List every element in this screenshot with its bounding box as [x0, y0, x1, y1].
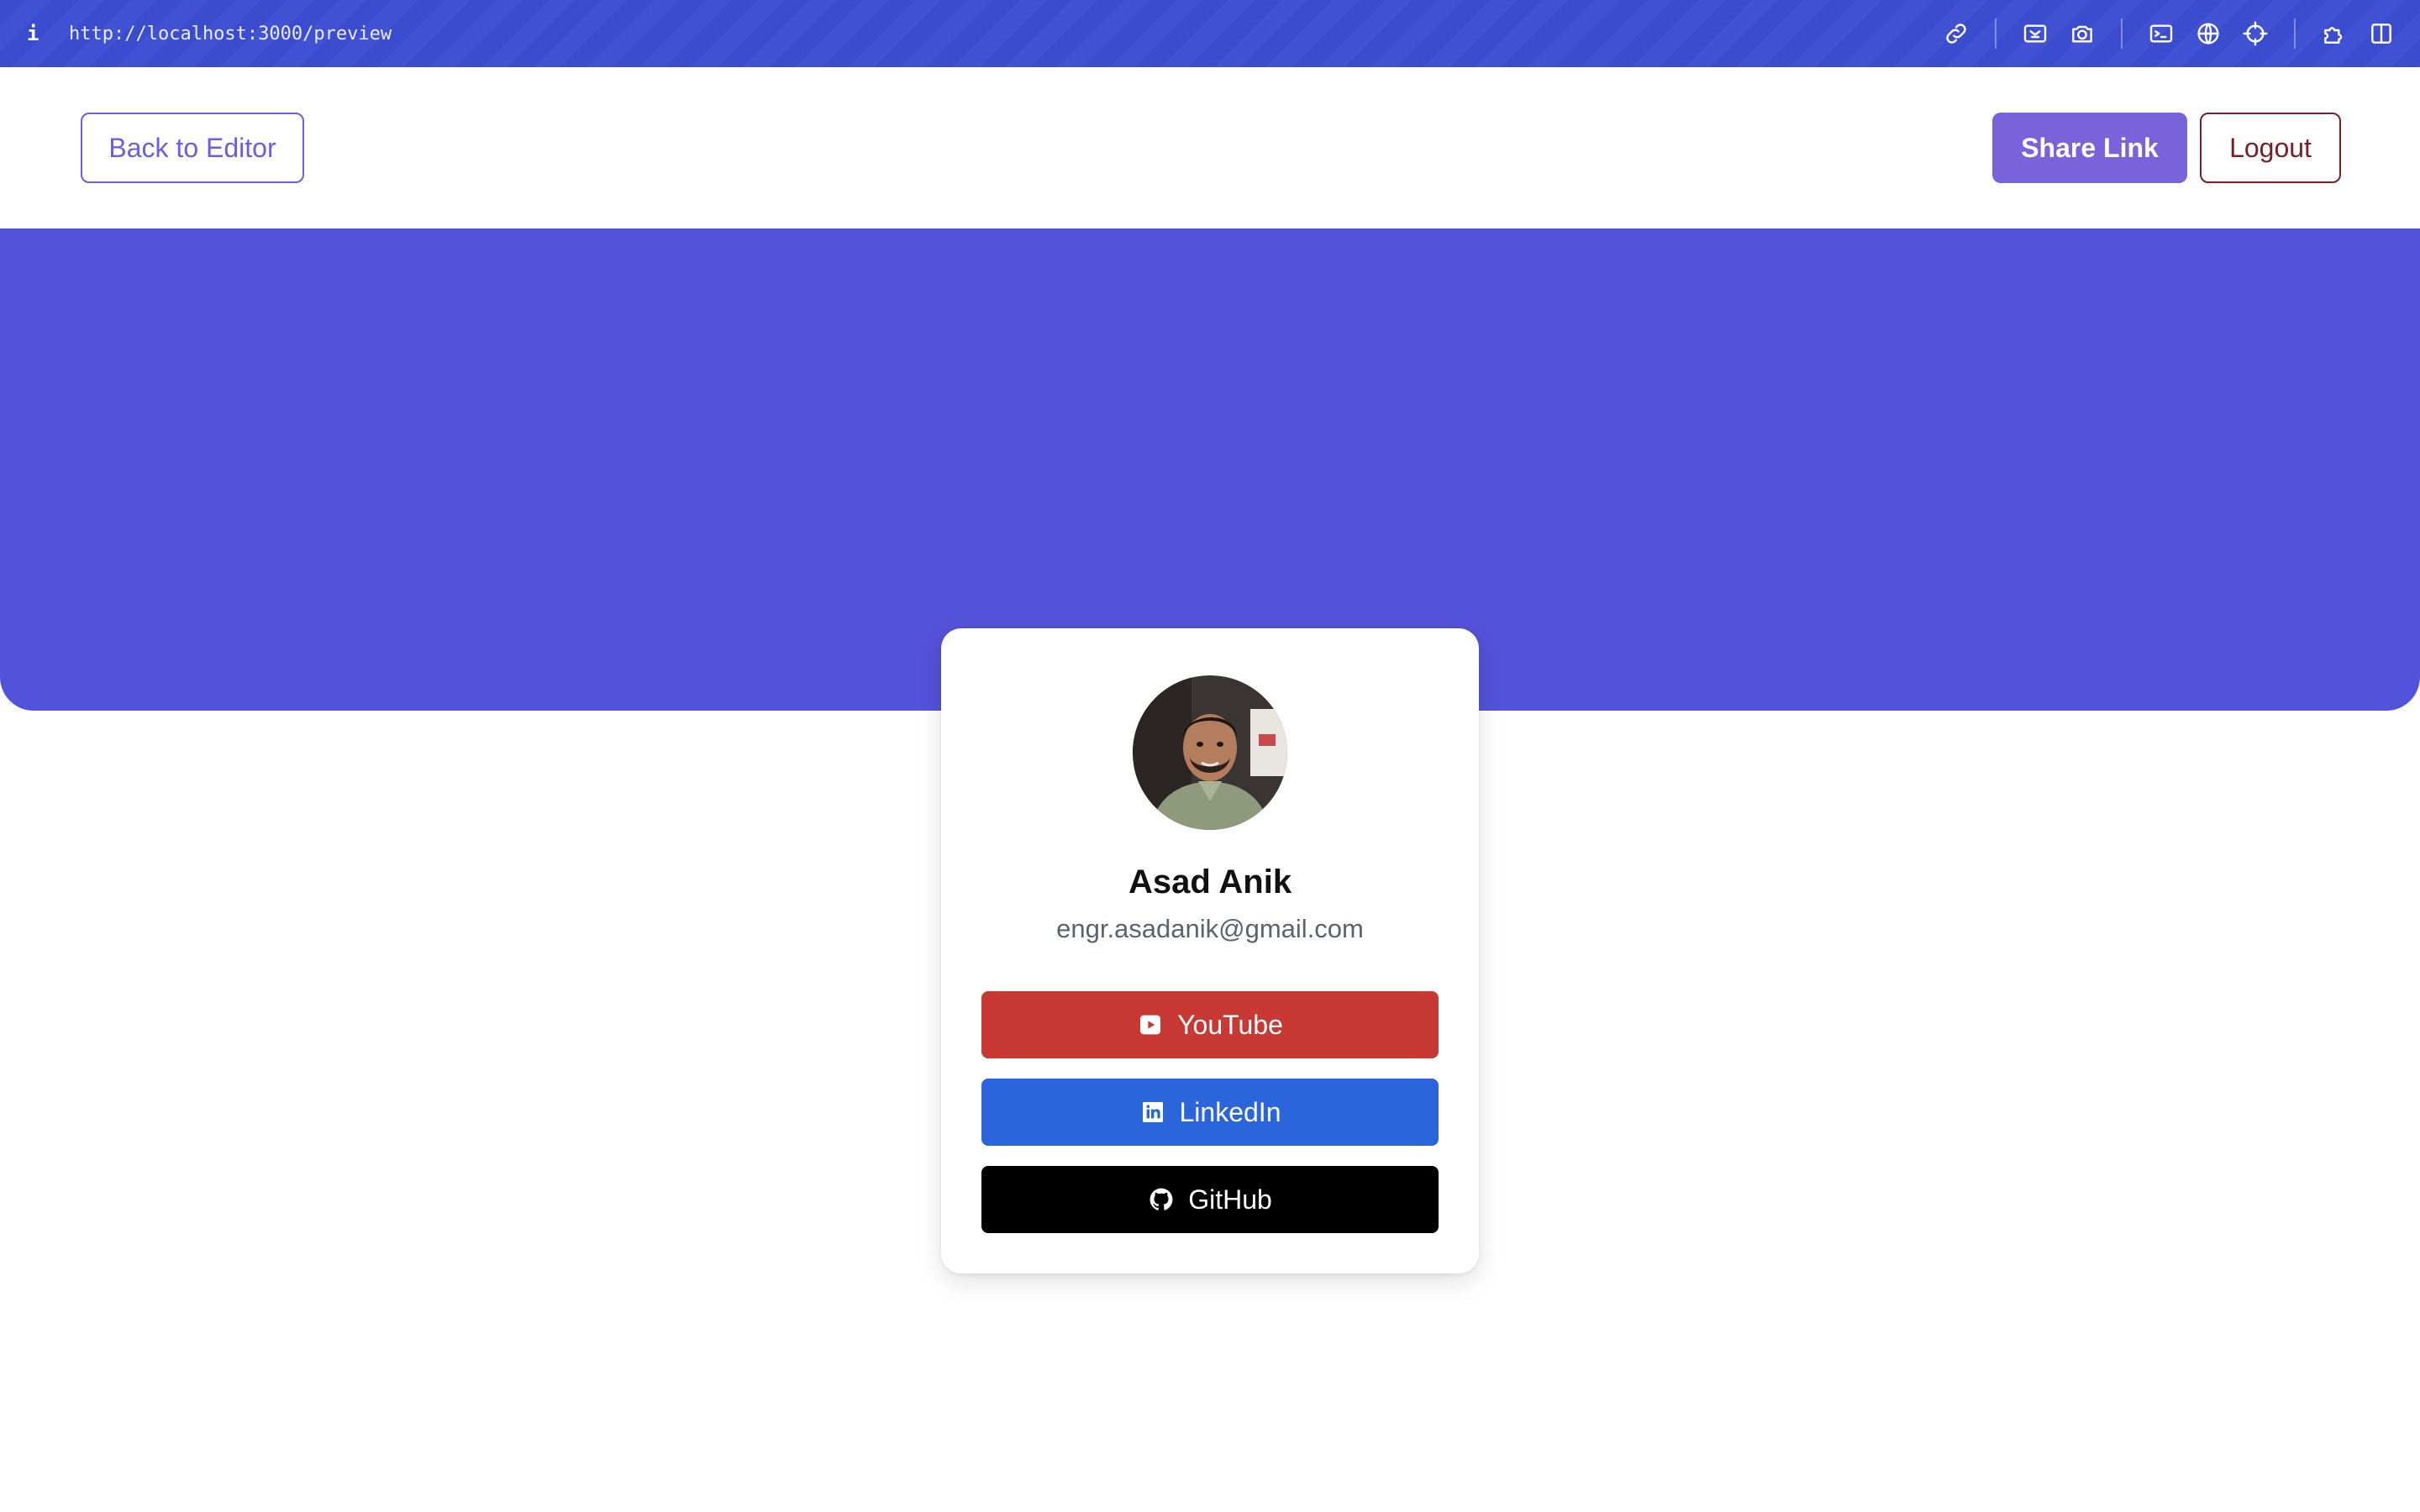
split-view-icon[interactable] [2358, 10, 2405, 57]
screenshot-area-icon[interactable] [2012, 10, 2059, 57]
app-header: Back to Editor Share Link Logout [27, 94, 2393, 202]
url-field[interactable]: http://localhost:3000/preview [69, 24, 392, 45]
linkedin-icon [1139, 1099, 1166, 1126]
profile-email: engr.asadanik@gmail.com [1056, 914, 1364, 943]
crosshair-icon[interactable] [2232, 10, 2279, 57]
globe-icon[interactable] [2185, 10, 2232, 57]
toolbar-actions [1933, 0, 2405, 67]
profile-card: Asad Anik engr.asadanik@gmail.com YouTub… [941, 628, 1479, 1273]
toolbar-divider [2121, 18, 2123, 49]
linkedin-link-button[interactable]: LinkedIn [981, 1079, 1439, 1146]
github-icon [1148, 1186, 1175, 1213]
youtube-icon [1137, 1011, 1164, 1038]
share-link-button[interactable]: Share Link [1992, 113, 2187, 183]
browser-toolbar: i http://localhost:3000/preview [0, 0, 2420, 67]
profile-name: Asad Anik [1128, 864, 1292, 900]
link-icon[interactable] [1933, 10, 1980, 57]
back-to-editor-button[interactable]: Back to Editor [81, 113, 304, 183]
toolbar-divider [2294, 18, 2296, 49]
github-link-button[interactable]: GitHub [981, 1166, 1439, 1233]
extensions-icon[interactable] [2311, 10, 2358, 57]
youtube-link-button[interactable]: YouTube [981, 991, 1439, 1058]
github-label: GitHub [1188, 1184, 1272, 1215]
toolbar-divider [1995, 18, 1996, 49]
terminal-icon[interactable] [2138, 10, 2185, 57]
logout-button[interactable]: Logout [2200, 113, 2341, 183]
linkedin-label: LinkedIn [1179, 1096, 1281, 1127]
info-icon[interactable]: i [27, 22, 49, 45]
youtube-label: YouTube [1177, 1009, 1283, 1040]
avatar [1133, 675, 1287, 830]
camera-icon[interactable] [2059, 10, 2106, 57]
